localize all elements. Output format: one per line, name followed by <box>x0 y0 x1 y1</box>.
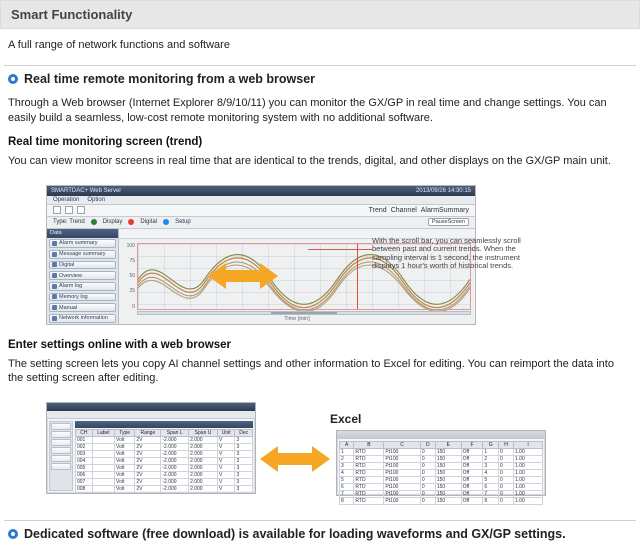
settings-grid-header <box>75 421 253 428</box>
window-titlebar <box>47 403 255 411</box>
sidebar-item-icon <box>52 294 57 299</box>
figure-settings-wrap: CHLabelTypeRangeSpan LSpan UUnitDec001Vo… <box>0 396 640 520</box>
sidebar-item[interactable] <box>51 447 71 454</box>
plot-scrollbar[interactable] <box>137 311 471 315</box>
section1-header: Real time remote monitoring from a web b… <box>4 65 636 92</box>
sidebar-item[interactable] <box>51 431 71 438</box>
cursor-line-icon <box>357 244 358 309</box>
sidebar-item[interactable]: Overview <box>49 271 116 280</box>
sidebar-item-icon <box>52 262 57 267</box>
window-menubar: Operation Option <box>47 196 475 205</box>
sidebar-item-icon <box>52 316 57 321</box>
page-banner: Smart Functionality <box>0 0 640 29</box>
sidebar-header: Data <box>47 229 118 239</box>
figure-trend-wrap: SMARTDAC+ Web Server 2013/09/26 14:30:15… <box>0 179 640 339</box>
sidebar-item-label: Message summary <box>59 251 105 257</box>
bullet-icon <box>8 529 18 539</box>
trend-sidebar: Data Alarm summary Message summary Digit… <box>47 229 119 324</box>
sidebar-item-icon <box>52 284 57 289</box>
toolbar-tab[interactable]: Channel <box>391 207 417 214</box>
callout-leader-icon <box>308 249 372 250</box>
sidebar-item-icon <box>52 241 57 246</box>
sidebar-item-label: Network information <box>59 315 108 321</box>
pause-screen-button[interactable]: PauseScreen <box>428 218 469 226</box>
section1-sub2-title: Enter settings online with a web browser <box>0 339 640 353</box>
sidebar-item[interactable]: Memory log <box>49 293 116 302</box>
intro-text: A full range of network functions and so… <box>0 29 640 65</box>
sidebar-item-label: Alarm summary <box>59 240 98 246</box>
window-toolbar2: Type: Trend Display Digital Setup PauseS… <box>47 217 475 229</box>
section1-sub1-title: Real time monitoring screen (trend) <box>0 136 640 150</box>
mode-item[interactable]: Display <box>103 219 123 225</box>
section1-desc: Through a Web browser (Internet Explorer… <box>0 92 640 136</box>
sidebar-item[interactable] <box>51 455 71 462</box>
window-titlebar: SMARTDAC+ Web Server 2013/09/26 14:30:15 <box>47 186 475 196</box>
settings-sidebar <box>49 421 73 491</box>
sidebar-item-label: Overview <box>59 273 82 279</box>
settings-window: CHLabelTypeRangeSpan LSpan UUnitDec001Vo… <box>46 402 256 494</box>
sidebar-item-icon <box>52 273 57 278</box>
window-timestamp: 2013/09/26 14:30:15 <box>416 188 471 194</box>
window-toolbar: Trend Channel AlarmSummary <box>47 205 475 217</box>
sidebar-item[interactable]: Manual <box>49 303 116 312</box>
section2-title: Dedicated software (free download) is av… <box>24 527 566 541</box>
banner-title: Smart Functionality <box>11 7 132 22</box>
sidebar-item[interactable]: Alarm summary <box>49 239 116 248</box>
excel-grid[interactable]: ABCDEFGHI1RTDPt1000150Off101.002RTDPt100… <box>339 441 543 493</box>
toolbar-tab[interactable]: AlarmSummary <box>421 207 469 214</box>
section1-title: Real time remote monitoring from a web b… <box>24 72 315 86</box>
sidebar-item[interactable] <box>51 423 71 430</box>
toolbar-button[interactable] <box>65 206 73 214</box>
mode-item[interactable]: Digital <box>140 219 157 225</box>
excel-label: Excel <box>330 412 361 426</box>
sidebar-item-label: Manual <box>59 305 77 311</box>
window-titlebar <box>337 431 545 439</box>
sidebar-item[interactable]: Network information <box>49 314 116 323</box>
plot-xlabel: Time [min] <box>119 316 475 322</box>
window-toolbar <box>47 411 255 419</box>
sidebar-item-label: Memory log <box>59 294 88 300</box>
sidebar-item-label: Alarm log <box>59 283 82 289</box>
sidebar-item[interactable] <box>51 439 71 446</box>
section1-sub2-desc: The setting screen lets you copy AI chan… <box>0 353 640 397</box>
sidebar-item-icon <box>52 305 57 310</box>
status-dot-icon <box>128 219 134 225</box>
toolbar-button[interactable] <box>77 206 85 214</box>
sidebar-item-icon <box>52 252 57 257</box>
window-title: SMARTDAC+ Web Server <box>51 188 121 194</box>
double-arrow-icon <box>208 263 278 289</box>
sidebar-item[interactable]: Digital <box>49 261 116 270</box>
toolbar-tab[interactable]: Trend <box>369 207 387 214</box>
toolbar-button[interactable] <box>53 206 61 214</box>
bullet-icon <box>8 74 18 84</box>
sidebar-item-label: Digital <box>59 262 74 268</box>
mode-item[interactable]: Setup <box>175 219 191 225</box>
sidebar-item[interactable] <box>51 463 71 470</box>
menu-item[interactable]: Option <box>87 197 105 203</box>
status-dot-icon <box>91 219 97 225</box>
type-label: Type: Trend <box>53 219 85 225</box>
figure-callout: With the scroll bar, you can seamlessly … <box>372 237 542 272</box>
sidebar-item[interactable]: Message summary <box>49 250 116 259</box>
double-arrow-icon <box>260 446 330 472</box>
plot-yticks: 1007550250 <box>121 243 135 310</box>
menu-item[interactable]: Operation <box>53 197 79 203</box>
sidebar-item[interactable]: Alarm log <box>49 282 116 291</box>
section1-sub1-desc: You can view monitor screens in real tim… <box>0 150 640 179</box>
status-dot-icon <box>163 219 169 225</box>
section2-header: Dedicated software (free download) is av… <box>4 520 636 547</box>
excel-window: ABCDEFGHI1RTDPt1000150Off101.002RTDPt100… <box>336 430 546 496</box>
settings-grid[interactable]: CHLabelTypeRangeSpan LSpan UUnitDec001Vo… <box>75 429 253 491</box>
